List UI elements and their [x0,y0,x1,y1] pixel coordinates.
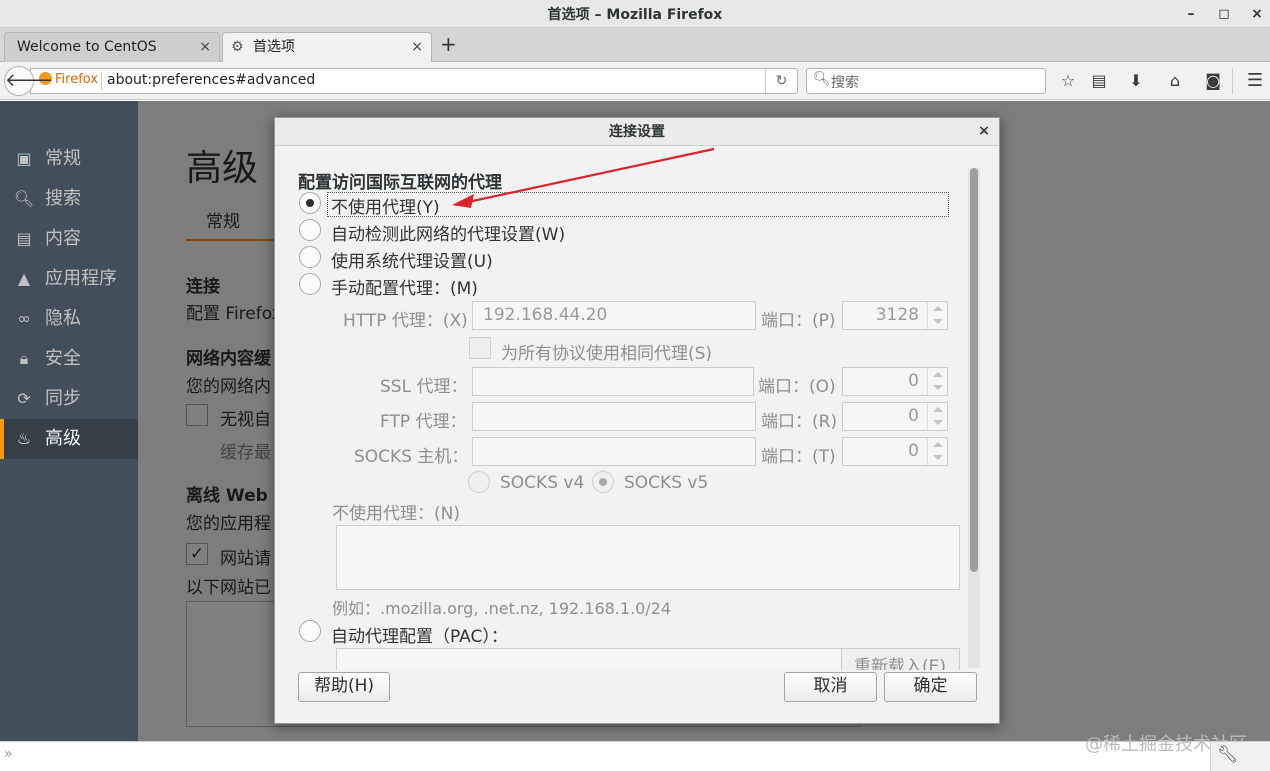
arrow-line [467,147,715,204]
annotation-arrow [452,147,715,208]
arrow-head [452,194,474,208]
